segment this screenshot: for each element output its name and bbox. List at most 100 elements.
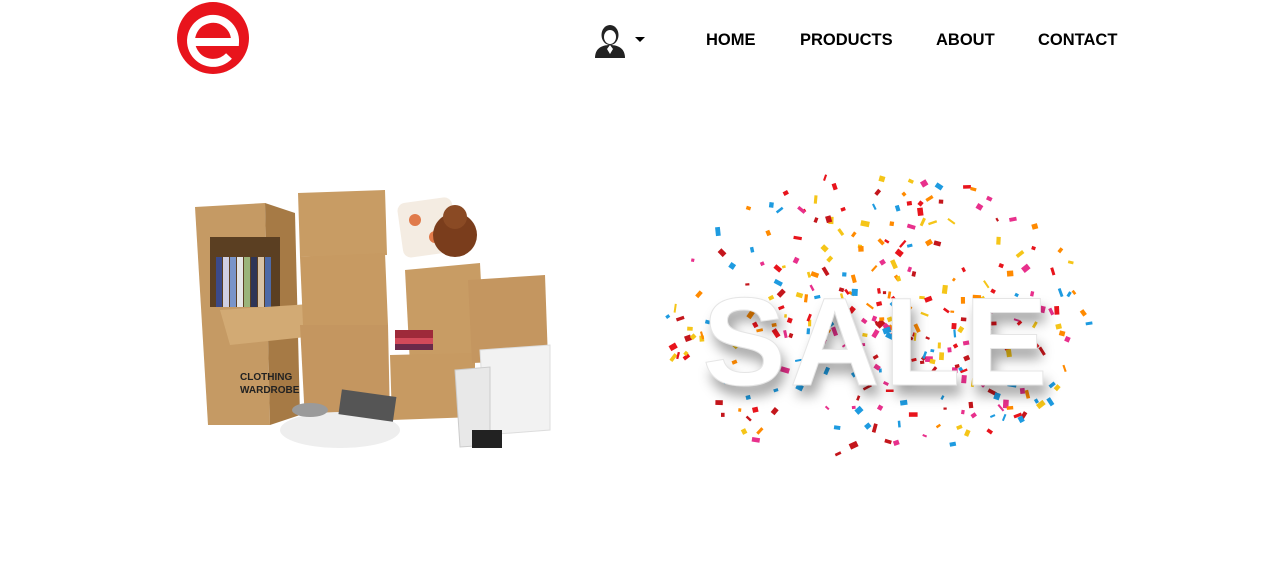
confetti-piece (989, 414, 996, 419)
confetti-piece (1057, 247, 1064, 254)
confetti-piece (925, 195, 934, 202)
user-menu-dropdown[interactable] (593, 24, 645, 58)
confetti-piece (665, 314, 671, 320)
confetti-piece (907, 178, 914, 184)
confetti-piece (890, 259, 898, 270)
confetti-piece (1085, 321, 1093, 326)
confetti-piece (1054, 305, 1060, 315)
confetti-piece (1079, 309, 1087, 317)
confetti-piece (963, 184, 971, 189)
confetti-piece (1064, 335, 1071, 343)
confetti-piece (1021, 263, 1031, 273)
confetti-piece (874, 188, 882, 196)
confetti-piece (813, 217, 819, 224)
confetti-piece (848, 440, 859, 450)
confetti-piece (899, 239, 907, 248)
confetti-piece (871, 203, 877, 211)
confetti-piece (820, 244, 829, 253)
user-avatar-icon (595, 25, 625, 58)
confetti-piece (919, 217, 926, 227)
confetti-piece (864, 422, 872, 430)
confetti-piece (922, 433, 928, 438)
confetti-piece (687, 326, 693, 331)
confetti-piece (970, 186, 977, 192)
confetti-piece (831, 182, 838, 191)
confetti-piece (1009, 216, 1017, 222)
confetti-piece (964, 429, 971, 437)
confetti-piece (793, 235, 803, 241)
confetti-piece (995, 217, 999, 222)
confetti-piece (717, 248, 727, 258)
confetti-piece (934, 182, 944, 191)
confetti-piece (1057, 288, 1064, 298)
confetti-piece (775, 206, 784, 214)
confetti-piece (745, 205, 752, 211)
confetti-piece (756, 427, 764, 435)
confetti-piece (935, 423, 941, 429)
confetti-piece (894, 204, 901, 212)
confetti-piece (860, 220, 870, 228)
confetti-piece (901, 191, 907, 197)
confetti-piece (715, 226, 721, 237)
confetti-piece (986, 428, 994, 435)
confetti-piece (690, 258, 695, 263)
confetti-piece (879, 258, 886, 266)
confetti-piece (985, 195, 993, 202)
confetti-piece (833, 425, 841, 431)
confetti-piece (878, 175, 886, 183)
sale-confetti-image[interactable]: SALE (655, 170, 1100, 480)
confetti-piece (858, 246, 864, 252)
confetti-piece (889, 221, 895, 227)
confetti-piece (949, 441, 957, 447)
confetti-piece (1055, 323, 1062, 330)
confetti-piece (673, 303, 677, 313)
confetti-piece (749, 246, 755, 253)
caret-down-icon (635, 37, 645, 42)
confetti-piece (1031, 245, 1036, 251)
confetti-piece (745, 415, 752, 422)
confetti-piece (1015, 250, 1025, 259)
confetti-piece (768, 202, 774, 208)
confetti-piece (823, 174, 828, 181)
confetti-piece (998, 262, 1004, 269)
confetti-piece (773, 264, 783, 273)
confetti-piece (975, 203, 984, 211)
confetti-piece (938, 199, 944, 204)
confetti-piece (884, 438, 892, 445)
confetti-piece (781, 265, 786, 269)
confetti-piece (933, 240, 942, 247)
nav-contact[interactable]: CONTACT (1038, 31, 1117, 50)
svg-text:CLOTHING: CLOTHING (240, 372, 292, 383)
confetti-piece (728, 262, 737, 270)
confetti-piece (917, 200, 924, 207)
confetti-piece (751, 437, 761, 443)
confetti-piece (1062, 364, 1067, 373)
confetti-piece (897, 420, 901, 428)
confetti-piece (765, 229, 772, 237)
confetti-piece (956, 424, 963, 431)
confetti-piece (840, 206, 846, 212)
svg-text:WARDROBE: WARDROBE (240, 385, 300, 396)
confetti-piece (759, 261, 765, 267)
confetti-piece (961, 266, 966, 273)
nav-about[interactable]: ABOUT (936, 31, 995, 50)
confetti-piece (850, 231, 857, 238)
confetti-piece (877, 238, 885, 246)
confetti-piece (1067, 260, 1074, 265)
confetti-piece (894, 248, 904, 258)
confetti-piece (928, 220, 938, 226)
nav-products[interactable]: PRODUCTS (800, 31, 893, 50)
confetti-piece (721, 412, 725, 417)
nav-home[interactable]: HOME (706, 31, 756, 50)
confetti-piece (1071, 289, 1077, 296)
confetti-piece (740, 428, 748, 435)
confetti-piece (892, 439, 900, 446)
confetti-piece (947, 217, 956, 225)
confetti-piece (970, 412, 977, 419)
confetti-piece (684, 334, 692, 343)
brand-logo-icon[interactable] (175, 0, 251, 76)
confetti-piece (792, 256, 800, 265)
confetti-piece (908, 412, 918, 417)
confetti-piece (1053, 384, 1061, 392)
moving-boxes-image[interactable]: CLOTHING WARDROBE (190, 185, 560, 475)
